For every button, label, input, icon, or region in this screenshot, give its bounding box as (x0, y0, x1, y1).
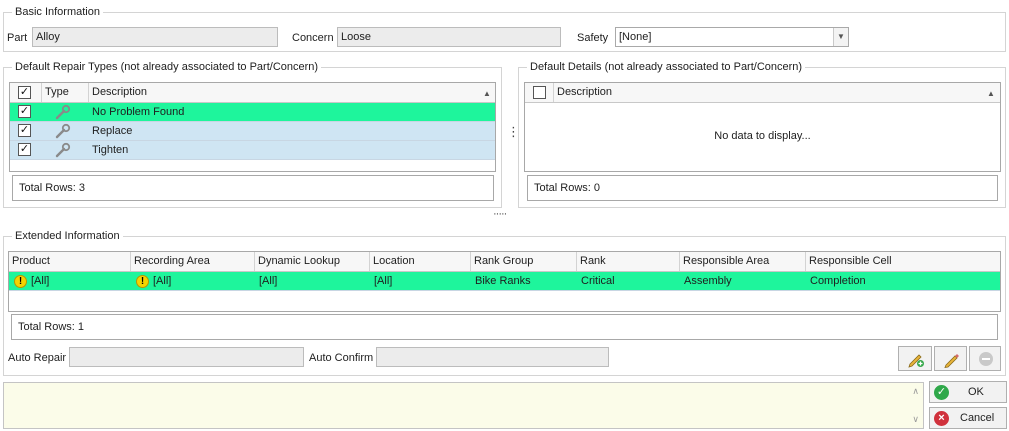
warning-icon: ! (14, 274, 27, 288)
col-rank-group-header[interactable]: Rank Group (471, 252, 577, 271)
remove-icon (978, 351, 994, 374)
col-dynamic-lookup-header[interactable]: Dynamic Lookup (255, 252, 370, 271)
dynamic-lookup-cell: [All] (259, 275, 278, 287)
sort-up-icon[interactable]: ▲ (987, 89, 995, 98)
extended-header: Product Recording Area Dynamic Lookup Lo… (9, 252, 1000, 272)
product-cell: ! [All] (11, 272, 49, 290)
ok-button[interactable]: ✓ OK (929, 381, 1007, 403)
select-all-header[interactable] (525, 83, 554, 102)
details-header: Description ▲ (525, 83, 1000, 103)
safety-dropdown[interactable]: [None] ▼ (615, 27, 849, 47)
scroll-up-icon[interactable]: ∧ (912, 386, 919, 397)
responsible-cell-cell: Completion (810, 275, 866, 287)
repair-types-grid: ✓ Type Description ▲ ✓ No Problem Found … (9, 82, 496, 172)
part-label: Part (7, 32, 28, 44)
chevron-down-icon[interactable]: ▼ (833, 28, 848, 46)
add-pencil-icon (907, 350, 925, 375)
warning-icon: ! (136, 274, 149, 288)
table-row[interactable]: ✓ Replace (10, 122, 495, 141)
add-row-button[interactable] (898, 346, 932, 371)
col-description-header[interactable]: Description (554, 83, 1000, 102)
empty-grid-text: No data to display... (714, 130, 811, 142)
edit-row-button[interactable] (934, 346, 967, 371)
safety-value: [None] (619, 31, 652, 43)
responsible-area-cell: Assembly (684, 275, 732, 287)
notes-area[interactable]: ∧ ∨ (3, 382, 924, 429)
repair-types-title: Default Repair Types (not already associ… (12, 60, 322, 74)
row-description: No Problem Found (92, 106, 185, 118)
check-circle-icon: ✓ (934, 385, 949, 400)
remove-row-button[interactable] (969, 346, 1001, 371)
ok-label: OK (968, 386, 984, 398)
safety-label: Safety (577, 32, 609, 44)
auto-confirm-field[interactable] (376, 347, 609, 367)
wrench-icon (54, 104, 72, 123)
row-checkbox[interactable]: ✓ (18, 105, 31, 118)
location-cell: [All] (374, 275, 393, 287)
auto-repair-field[interactable] (69, 347, 304, 367)
repair-types-header: ✓ Type Description ▲ (10, 83, 495, 103)
sort-up-icon[interactable]: ▲ (483, 89, 491, 98)
wrench-icon (54, 123, 72, 142)
col-type-header[interactable]: Type (42, 83, 89, 102)
basic-information-title: Basic Information (12, 5, 103, 19)
table-row[interactable]: ✓ Tighten (10, 141, 495, 160)
row-description: Replace (92, 125, 133, 137)
wrench-icon (54, 142, 72, 161)
cancel-circle-icon: × (934, 411, 949, 426)
pencil-icon (943, 350, 961, 375)
row-checkbox[interactable]: ✓ (18, 124, 31, 137)
details-total-rows: Total Rows: 0 (527, 175, 998, 201)
select-all-checkbox[interactable]: ✓ (18, 86, 31, 99)
recording-area-value: [All] (153, 275, 172, 287)
concern-field[interactable]: Loose (337, 27, 561, 47)
col-recording-area-header[interactable]: Recording Area (131, 252, 255, 271)
extended-grid: Product Recording Area Dynamic Lookup Lo… (8, 251, 1001, 312)
select-all-checkbox[interactable] (533, 86, 546, 99)
col-rank-header[interactable]: Rank (577, 252, 680, 271)
horizontal-splitter-grip[interactable]: ····· (493, 208, 507, 220)
col-description-header[interactable]: Description (89, 83, 495, 102)
details-title: Default Details (not already associated … (527, 60, 806, 74)
details-grid: Description ▲ No data to display... (524, 82, 1001, 172)
col-responsible-area-header[interactable]: Responsible Area (680, 252, 806, 271)
auto-repair-label: Auto Repair (8, 352, 67, 364)
table-row[interactable]: ✓ No Problem Found (10, 103, 495, 122)
col-location-header[interactable]: Location (370, 252, 471, 271)
row-description: Tighten (92, 144, 129, 156)
concern-label: Concern (292, 32, 334, 44)
product-value: [All] (31, 275, 50, 287)
part-field[interactable]: Alloy (32, 27, 278, 47)
row-checkbox[interactable]: ✓ (18, 143, 31, 156)
col-product-header[interactable]: Product (9, 252, 131, 271)
col-responsible-cell-header[interactable]: Responsible Cell (806, 252, 1000, 271)
extended-information-title: Extended Information (12, 229, 123, 243)
recording-area-cell: ! [All] (133, 272, 171, 290)
cancel-button[interactable]: × Cancel (929, 407, 1007, 429)
rank-group-cell: Bike Ranks (475, 275, 531, 287)
extended-total-rows: Total Rows: 1 (11, 314, 998, 340)
table-row[interactable]: ! [All] ! [All] [All] [All] Bike Ranks Cri… (9, 272, 1000, 291)
select-all-header[interactable]: ✓ (10, 83, 42, 102)
rank-cell: Critical (581, 275, 615, 287)
cancel-label: Cancel (960, 412, 995, 424)
repair-types-total-rows: Total Rows: 3 (12, 175, 494, 201)
scroll-down-icon[interactable]: ∨ (912, 414, 919, 425)
auto-confirm-label: Auto Confirm (309, 352, 374, 364)
